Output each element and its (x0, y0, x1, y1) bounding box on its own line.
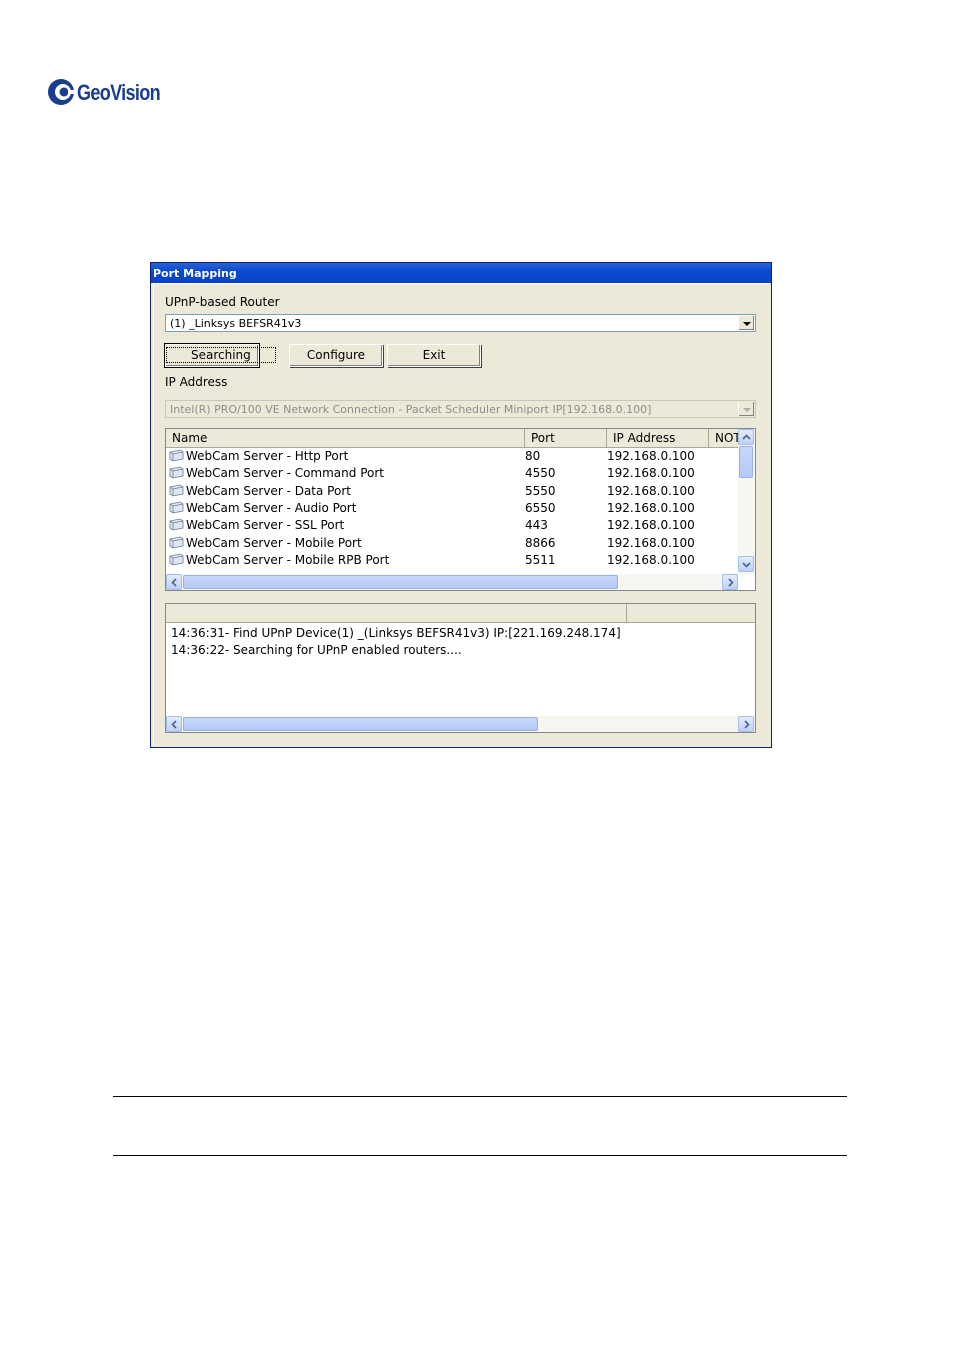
chevron-down-icon[interactable] (738, 316, 754, 330)
log-list[interactable]: 14:36:31- Find UPnP Device(1) _(Linksys … (165, 603, 756, 733)
cell-port: 443 (525, 518, 548, 533)
exit-button[interactable]: Exit (387, 344, 481, 367)
chevron-down-icon (738, 402, 754, 416)
scroll-up-icon[interactable] (738, 429, 754, 445)
column-header-not[interactable]: NOT (709, 429, 741, 447)
scroll-left-icon[interactable] (166, 716, 182, 732)
searching-button[interactable]: Searching (164, 343, 276, 368)
geovision-logo: GeoVision (46, 74, 196, 108)
cell-ip: 192.168.0.100 (607, 466, 695, 481)
scroll-left-icon[interactable] (166, 574, 182, 590)
port-list-vscroll[interactable] (738, 429, 755, 575)
dialog-title: Port Mapping (153, 267, 237, 280)
column-header-name[interactable]: Name (166, 429, 525, 447)
column-header-port[interactable]: Port (525, 429, 607, 447)
cell-name: WebCam Server - Http Port (186, 449, 349, 463)
cell-ip: 192.168.0.100 (607, 518, 695, 533)
cell-name: WebCam Server - Audio Port (186, 500, 357, 515)
ip-address-select-value: Intel(R) PRO/100 VE Network Connection -… (170, 403, 652, 416)
cell-name: WebCam Server - SSL Port (186, 518, 345, 533)
cell-ip: 192.168.0.100 (607, 449, 695, 463)
table-row[interactable]: WebCam Server - Data Port 5550 192.168.0.1… (166, 483, 738, 500)
cell-name: WebCam Server - Data Port (186, 483, 351, 498)
network-port-icon (169, 501, 184, 514)
table-row[interactable]: WebCam Server - Mobile Port 8866 192.168.0… (166, 535, 738, 552)
table-row[interactable]: WebCam Server - Http Port 80 192.168.0.100 (166, 448, 738, 465)
dialog-titlebar[interactable]: Port Mapping (151, 263, 771, 283)
ip-address-label: IP Address (165, 375, 228, 389)
brand-name: GeoVision (77, 80, 161, 105)
log-list-hscroll-thumb[interactable] (183, 717, 538, 731)
log-line: 14:36:22- Searching for UPnP enabled rou… (171, 643, 462, 657)
port-list-hscroll-thumb[interactable] (183, 575, 618, 589)
scroll-right-icon[interactable] (738, 716, 754, 732)
divider-top (113, 1096, 847, 1097)
cell-ip: 192.168.0.100 (607, 535, 695, 550)
router-label: UPnP-based Router (165, 295, 280, 309)
scroll-down-icon[interactable] (738, 556, 754, 572)
network-port-icon (169, 466, 184, 479)
cell-port: 80 (525, 449, 541, 463)
cell-port: 6550 (525, 500, 556, 515)
log-column-header-2[interactable] (627, 604, 755, 622)
cell-port: 4550 (525, 466, 556, 481)
log-column-header-1[interactable] (166, 604, 627, 622)
port-mapping-dialog: Port Mapping UPnP-based Router (1) _Link… (150, 262, 772, 748)
configure-button[interactable]: Configure (289, 344, 383, 367)
port-list-header: Name Port IP Address NOT (166, 429, 741, 448)
cell-port: 5550 (525, 483, 556, 498)
log-line: 14:36:31- Find UPnP Device(1) _(Linksys … (171, 626, 621, 640)
table-row[interactable]: WebCam Server - Command Port 4550 192.168.… (166, 465, 738, 482)
log-list-hscroll[interactable] (166, 716, 755, 732)
cell-ip: 192.168.0.100 (607, 483, 695, 498)
router-select-value: (1) _Linksys BEFSR41v3 (170, 317, 302, 330)
port-list-hscroll[interactable] (166, 574, 738, 590)
cell-port: 5511 (525, 552, 556, 567)
scroll-right-icon[interactable] (722, 574, 738, 590)
network-port-icon (169, 449, 184, 462)
log-list-header (166, 604, 755, 623)
network-port-icon (169, 518, 184, 531)
network-port-icon (169, 553, 184, 566)
network-port-icon (169, 484, 184, 497)
divider-bottom (113, 1155, 847, 1156)
ip-address-select: Intel(R) PRO/100 VE Network Connection -… (165, 400, 756, 418)
searching-button-label: Searching (166, 347, 276, 363)
cell-name: WebCam Server - Command Port (186, 466, 384, 481)
column-header-ip[interactable]: IP Address (607, 429, 709, 447)
table-row[interactable]: WebCam Server - Audio Port 6550 192.168.0.… (166, 500, 738, 517)
port-list-vscroll-thumb[interactable] (739, 446, 753, 478)
table-row[interactable]: WebCam Server - SSL Port 443 192.168.0.100 (166, 517, 738, 534)
cell-name: WebCam Server - Mobile Port (186, 535, 362, 550)
cell-ip: 192.168.0.100 (607, 552, 695, 567)
network-port-icon (169, 536, 184, 548)
geovision-logo-icon (48, 79, 76, 105)
cell-ip: 192.168.0.100 (607, 500, 695, 515)
table-row[interactable]: WebCam Server - Mobile RPB Port 5511 192.1… (166, 552, 738, 569)
cell-name: WebCam Server - Mobile RPB Port (186, 552, 390, 567)
port-list[interactable]: Name Port IP Address NOT WebCam Server -… (165, 428, 756, 591)
router-select[interactable]: (1) _Linksys BEFSR41v3 (165, 314, 756, 332)
cell-port: 8866 (525, 535, 556, 550)
